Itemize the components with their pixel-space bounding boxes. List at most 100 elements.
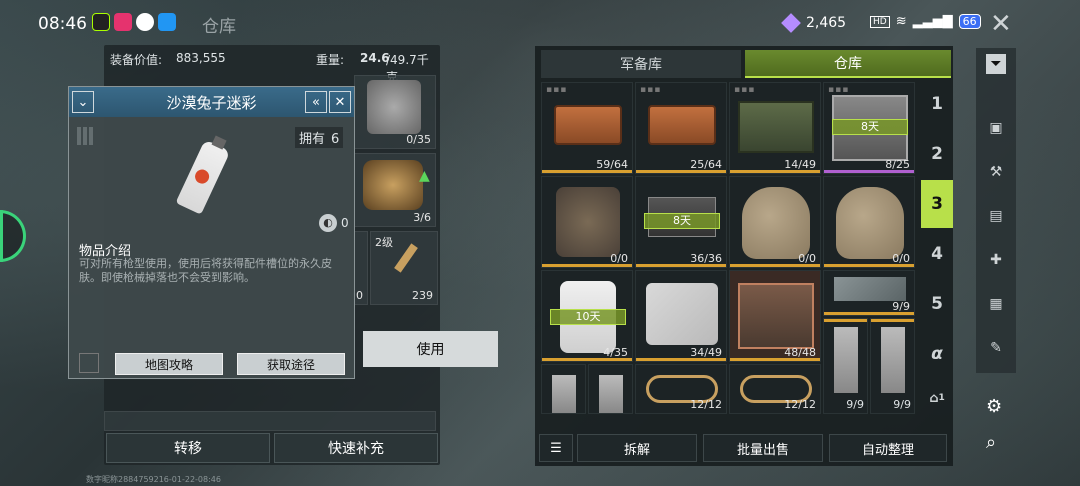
grid-cell[interactable]: 0/0 xyxy=(541,176,633,268)
cell-rarity-bar xyxy=(636,264,726,267)
filter-icon[interactable]: ⏷ xyxy=(986,54,1006,74)
equipment-value: 883,555 xyxy=(176,51,226,65)
grid-size-icon: ▪▪▪ xyxy=(640,85,662,95)
gem-count: 2,465 xyxy=(806,15,847,31)
app-icon xyxy=(92,13,110,31)
gear-icon[interactable]: ⚙ xyxy=(986,396,1002,417)
transfer-button[interactable]: 转移 xyxy=(106,433,270,463)
grid-cell[interactable]: 34/49 xyxy=(635,270,727,362)
app-notification-icons xyxy=(92,13,176,31)
cell-rarity-bar xyxy=(824,264,914,267)
grid-cell[interactable]: 12/12 xyxy=(729,364,821,414)
grid-cell[interactable]: 9/9 xyxy=(823,318,868,414)
equip-slot-partial[interactable]: 0 xyxy=(354,231,368,305)
grid-cell[interactable]: 12/12 xyxy=(635,364,727,414)
hd-icon: HD xyxy=(870,15,890,28)
bullet-image xyxy=(394,243,418,273)
grid-size-icon: ▪▪▪ xyxy=(734,85,756,95)
grid-cell[interactable]: ▪▪▪ 59/64 xyxy=(541,82,633,174)
app-icon xyxy=(158,13,176,31)
backpack-filter-icon[interactable]: ▣ xyxy=(986,118,1006,138)
cell-rarity-bar xyxy=(542,264,632,267)
card-image xyxy=(599,375,623,413)
equip-slot-backpack[interactable]: ▲ 3/6 xyxy=(354,153,436,227)
description-text: 可对所有枪型使用，使用后将获得配件槽位的永久皮肤。即使枪械掉落也不会受到影响。 xyxy=(79,257,332,284)
page-tab[interactable]: 4 xyxy=(921,230,953,278)
bulk-sell-button[interactable]: 批量出售 xyxy=(703,434,823,462)
use-button[interactable]: 使用 xyxy=(363,331,498,367)
case-image xyxy=(834,277,906,301)
grid-cell[interactable]: 48/48 xyxy=(729,270,821,362)
tab-armory[interactable]: 军备库 xyxy=(541,50,741,78)
dismantle-button[interactable]: 拆解 xyxy=(577,434,697,462)
card-image xyxy=(552,375,576,413)
backpack-image xyxy=(742,187,810,259)
menu-icon[interactable]: ☰ xyxy=(539,434,573,462)
cell-count: 9/9 xyxy=(846,398,864,411)
page-tab[interactable]: 1 xyxy=(921,80,953,128)
screen-title: 仓库 xyxy=(202,17,236,37)
weapon-filter-icon[interactable]: ⚒ xyxy=(986,162,1006,182)
grid-cell[interactable]: ▪▪▪ 8天 8/25 xyxy=(823,82,915,174)
page-tab-active[interactable]: 3 xyxy=(921,180,953,228)
page-tab[interactable]: 2 xyxy=(921,130,953,178)
app-icon xyxy=(136,13,154,31)
app-icon xyxy=(114,13,132,31)
backpack-image xyxy=(836,187,904,259)
case-image xyxy=(554,105,622,145)
document-filter-icon[interactable]: ▦ xyxy=(986,294,1006,314)
cell-count: 12/12 xyxy=(690,398,722,411)
chevron-down-icon[interactable]: ⌄ xyxy=(72,91,94,113)
map-strategy-button[interactable]: 地图攻略 xyxy=(115,353,223,375)
system-indicators: HD ≋ ▂▃▅▇ 66 xyxy=(870,14,981,29)
clock: 08:46 xyxy=(38,14,87,34)
case-image xyxy=(648,105,716,145)
battery-icon: 66 xyxy=(958,14,981,29)
grid-cell[interactable]: 10天 4/35 xyxy=(541,270,633,362)
warehouse-icon[interactable]: ⌂ 1 xyxy=(921,380,953,416)
obtain-route-button[interactable]: 获取途径 xyxy=(237,353,345,375)
cell-rarity-bar xyxy=(730,170,820,173)
cell-count: 12/12 xyxy=(784,398,816,411)
grid-cell[interactable]: ▪▪▪ 25/64 xyxy=(635,82,727,174)
auto-sort-button[interactable]: 自动整理 xyxy=(829,434,947,462)
tab-warehouse[interactable]: 仓库 xyxy=(745,50,951,78)
cell-rarity-bar xyxy=(542,170,632,173)
grid-cell[interactable]: 8天 36/36 xyxy=(635,176,727,268)
gem-icon xyxy=(781,13,801,33)
grid-cell[interactable]: 0/0 xyxy=(729,176,821,268)
grid-cell[interactable]: 9/9 xyxy=(823,270,915,316)
page-tab[interactable]: α xyxy=(921,330,953,378)
owned-value: 6 xyxy=(331,132,340,147)
tool-filter-icon[interactable]: ✎ xyxy=(986,338,1006,358)
page-tab[interactable]: 5 xyxy=(921,280,953,328)
equip-slot-ammo[interactable]: 2级 239 xyxy=(370,231,438,305)
cell-rarity-bar xyxy=(542,358,632,361)
warehouse-panel: 军备库 仓库 ▪▪▪ 59/64 ▪▪▪ 25/64 ▪▪▪ 14/49 ▪▪▪… xyxy=(535,46,953,466)
spray-can-cap xyxy=(211,135,227,150)
grid-cell[interactable] xyxy=(588,364,633,414)
cell-rarity-bar xyxy=(730,358,820,361)
medical-filter-icon[interactable]: ✚ xyxy=(986,250,1006,270)
gem-balance: 2,465 xyxy=(781,13,847,33)
quick-refill-button[interactable]: 快速补充 xyxy=(274,433,438,463)
grid-cell[interactable]: 0/0 xyxy=(823,176,915,268)
side-filter-menu: ⏷ ▣ ⚒ ▤ ✚ ▦ ✎ xyxy=(976,48,1016,373)
cell-rarity-bar xyxy=(636,170,726,173)
grid-cell[interactable]: 9/9 xyxy=(870,318,915,414)
popup-header: 沙漠兔子迷彩 ⌄ « ✕ xyxy=(69,87,354,117)
chest-filter-icon[interactable]: ▤ xyxy=(986,206,1006,226)
cell-count: 9/9 xyxy=(893,398,911,411)
days-remaining-badge: 8天 xyxy=(832,119,908,135)
grid-cell[interactable]: ▪▪▪ 14/49 xyxy=(729,82,821,174)
ammo-crate-image xyxy=(738,101,814,153)
equip-slot-vest[interactable]: 0/35 xyxy=(354,75,436,149)
owned-label: 拥有 xyxy=(299,132,326,147)
status-bar: 08:46 仓库 2,465 HD ≋ ▂▃▅▇ 66 ✕ xyxy=(0,0,1080,46)
close-icon[interactable]: ✕ xyxy=(329,91,351,113)
close-icon[interactable]: ✕ xyxy=(990,9,1012,39)
slot-count: 3/6 xyxy=(413,211,431,224)
search-icon[interactable]: ⌕ xyxy=(986,432,996,453)
grid-cell[interactable] xyxy=(541,364,586,414)
double-chevron-left-icon[interactable]: « xyxy=(305,91,327,113)
